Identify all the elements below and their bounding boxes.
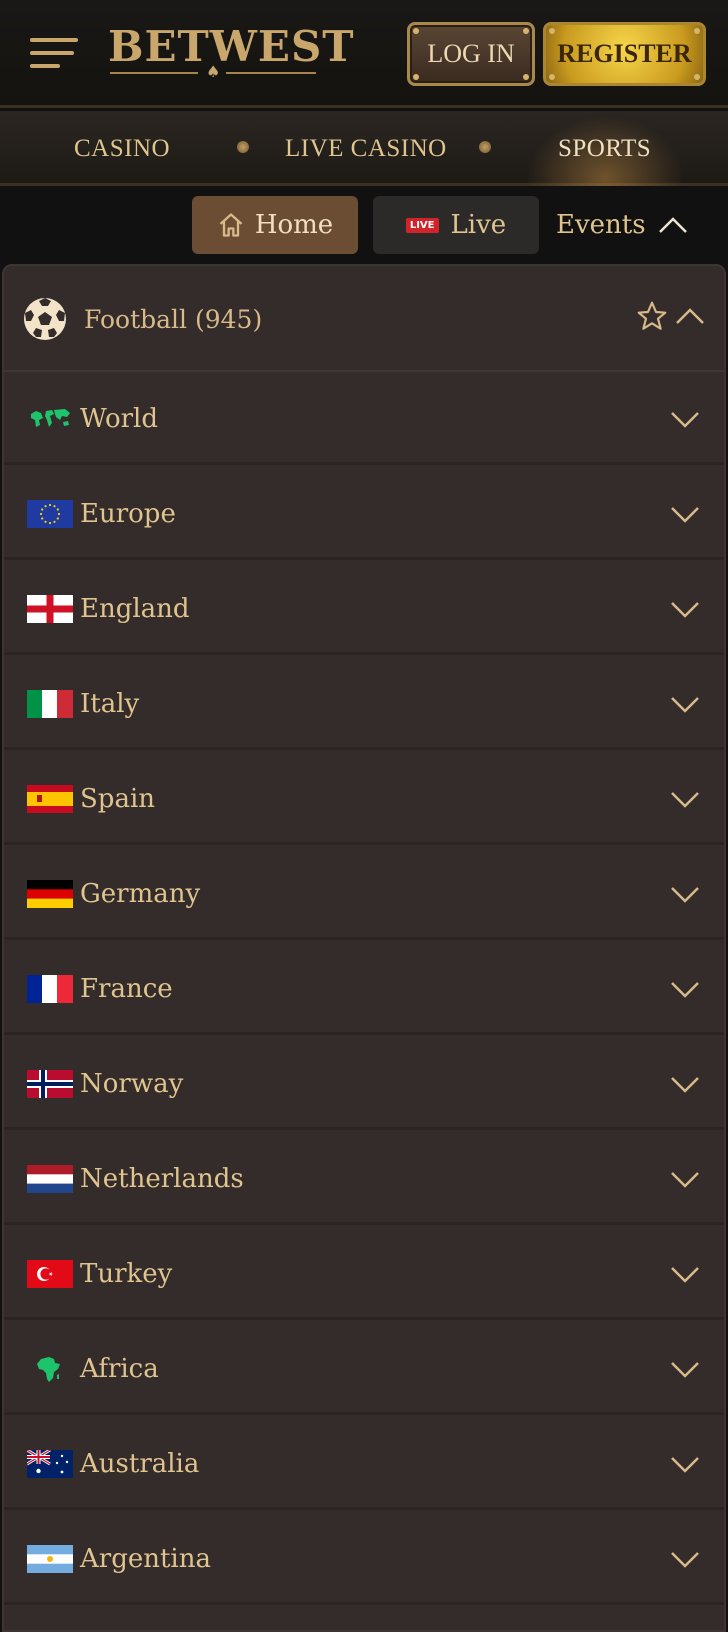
nav-casino[interactable]: CASINO [74, 111, 170, 186]
chevron-down-icon[interactable] [670, 404, 700, 434]
netherlands-flag-icon [27, 1165, 73, 1193]
norway-flag-icon [27, 1070, 73, 1098]
spain-flag-icon [27, 785, 73, 813]
nav-live-casino[interactable]: LIVE CASINO [285, 111, 447, 186]
region-row[interactable]: Europe [4, 467, 724, 560]
region-label: Norway [80, 1068, 184, 1099]
italy-flag-icon [27, 690, 73, 718]
rivet-decoration [549, 74, 555, 80]
rivet-decoration [523, 28, 529, 34]
sport-title: Football (945) [84, 304, 263, 334]
chevron-down-icon[interactable] [670, 689, 700, 719]
france-flag-icon [27, 975, 73, 1003]
region-row[interactable]: Netherlands [4, 1132, 724, 1225]
tab-live[interactable]: LIVE Live [373, 196, 539, 254]
region-label: Netherlands [80, 1163, 244, 1194]
football-icon [24, 298, 66, 340]
rivet-decoration [413, 28, 419, 34]
rivet-decoration [694, 74, 700, 80]
tab-live-label: Live [450, 210, 507, 240]
spade-icon: ♠ [206, 62, 221, 81]
region-label: Europe [80, 498, 176, 529]
region-label: Argentina [80, 1543, 211, 1574]
tab-home-label: Home [254, 210, 334, 240]
chevron-down-icon[interactable] [670, 1449, 700, 1479]
region-row[interactable]: France [4, 942, 724, 1035]
login-button[interactable]: LOG IN [407, 22, 535, 86]
tab-home[interactable]: Home [192, 196, 358, 254]
region-label: Italy [80, 688, 140, 719]
region-row[interactable]: Africa [4, 1322, 724, 1415]
chevron-down-icon[interactable] [670, 879, 700, 909]
chevron-down-icon[interactable] [670, 499, 700, 529]
england-flag-icon [27, 595, 73, 623]
africa-map-icon [27, 1355, 73, 1383]
sport-header-football[interactable]: Football (945) [4, 266, 724, 372]
region-row[interactable]: Argentina [4, 1512, 724, 1605]
rivet-decoration [523, 74, 529, 80]
top-header: BETWEST ♠ LOG IN REGISTER [0, 0, 728, 108]
region-label: Germany [80, 878, 201, 909]
eu-flag-icon [27, 500, 73, 528]
rivet-decoration [549, 28, 555, 34]
region-label: France [80, 973, 173, 1004]
australia-flag-icon [27, 1450, 73, 1478]
nav-separator-dot [479, 141, 491, 153]
region-label: Turkey [80, 1258, 173, 1289]
nav-sports[interactable]: SPORTS [558, 111, 651, 186]
region-label: Spain [80, 783, 156, 814]
chevron-down-icon[interactable] [670, 1259, 700, 1289]
world-map-icon [27, 405, 73, 433]
region-label: World [80, 403, 158, 434]
rivet-decoration [413, 74, 419, 80]
chevron-down-icon[interactable] [670, 1544, 700, 1574]
register-button[interactable]: REGISTER [543, 22, 706, 86]
nav-separator-dot [237, 141, 249, 153]
region-row[interactable]: Turkey [4, 1227, 724, 1320]
region-row[interactable]: World [4, 372, 724, 465]
region-row[interactable]: Italy [4, 657, 724, 750]
region-label: Africa [80, 1353, 159, 1384]
region-row[interactable]: Australia [4, 1417, 724, 1510]
logo-divider [110, 72, 198, 74]
region-label: Australia [80, 1448, 200, 1479]
chevron-up-icon [658, 217, 687, 233]
tab-events[interactable]: Events [556, 196, 716, 254]
region-label: England [80, 593, 190, 624]
region-row[interactable]: Norway [4, 1037, 724, 1130]
region-row[interactable]: Spain [4, 752, 724, 845]
tab-events-label: Events [556, 210, 646, 240]
chevron-up-icon[interactable] [674, 304, 706, 328]
sports-panel: Football (945) World Europe England Italy Sp… [2, 264, 726, 1632]
region-row[interactable]: England [4, 562, 724, 655]
logo-divider [226, 72, 316, 74]
chevron-down-icon[interactable] [670, 784, 700, 814]
betwest-logo[interactable]: BETWEST ♠ [108, 22, 354, 82]
region-row[interactable]: Germany [4, 847, 724, 940]
home-icon [219, 213, 243, 237]
rivet-decoration [694, 28, 700, 34]
menu-icon[interactable] [30, 38, 78, 70]
chevron-down-icon[interactable] [670, 1069, 700, 1099]
chevron-down-icon[interactable] [670, 594, 700, 624]
live-badge-icon: LIVE [405, 217, 439, 233]
chevron-down-icon[interactable] [670, 1354, 700, 1384]
chevron-down-icon[interactable] [670, 974, 700, 1004]
turkey-flag-icon [27, 1260, 73, 1288]
favorite-star-icon[interactable] [636, 300, 668, 332]
chevron-down-icon[interactable] [670, 1164, 700, 1194]
logo-text: BETWEST [108, 22, 355, 71]
argentina-flag-icon [27, 1545, 73, 1573]
germany-flag-icon [27, 880, 73, 908]
